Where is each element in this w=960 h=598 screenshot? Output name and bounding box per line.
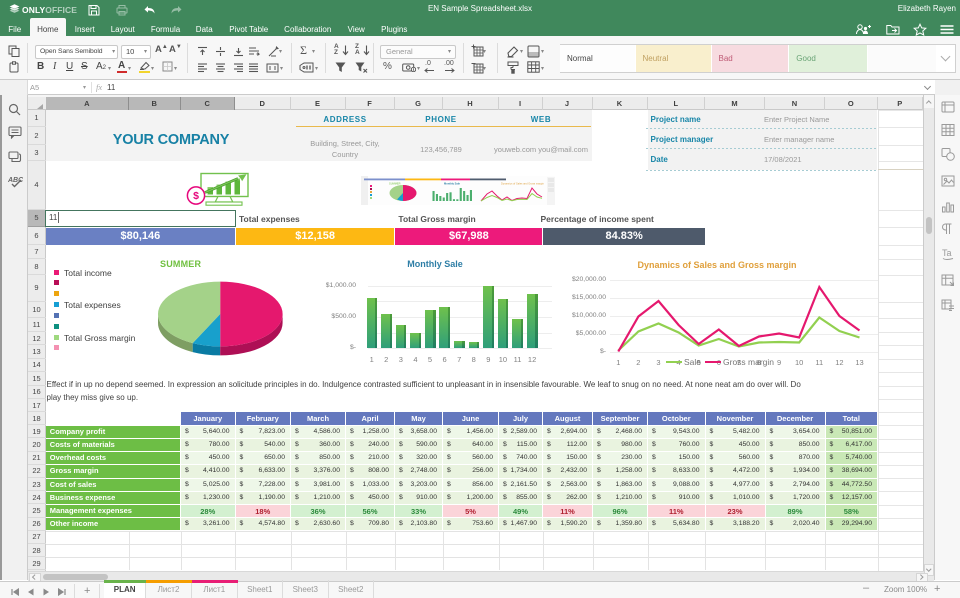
svg-text:Monthly Sale: Monthly Sale <box>444 182 461 186</box>
svg-text:Dynamics of Sales and Gross ma: Dynamics of Sales and Gross margin <box>501 182 544 186</box>
svg-text:Ta: Ta <box>942 248 952 258</box>
svg-text:$: $ <box>193 190 199 202</box>
svg-text:SUMMER: SUMMER <box>389 182 401 186</box>
